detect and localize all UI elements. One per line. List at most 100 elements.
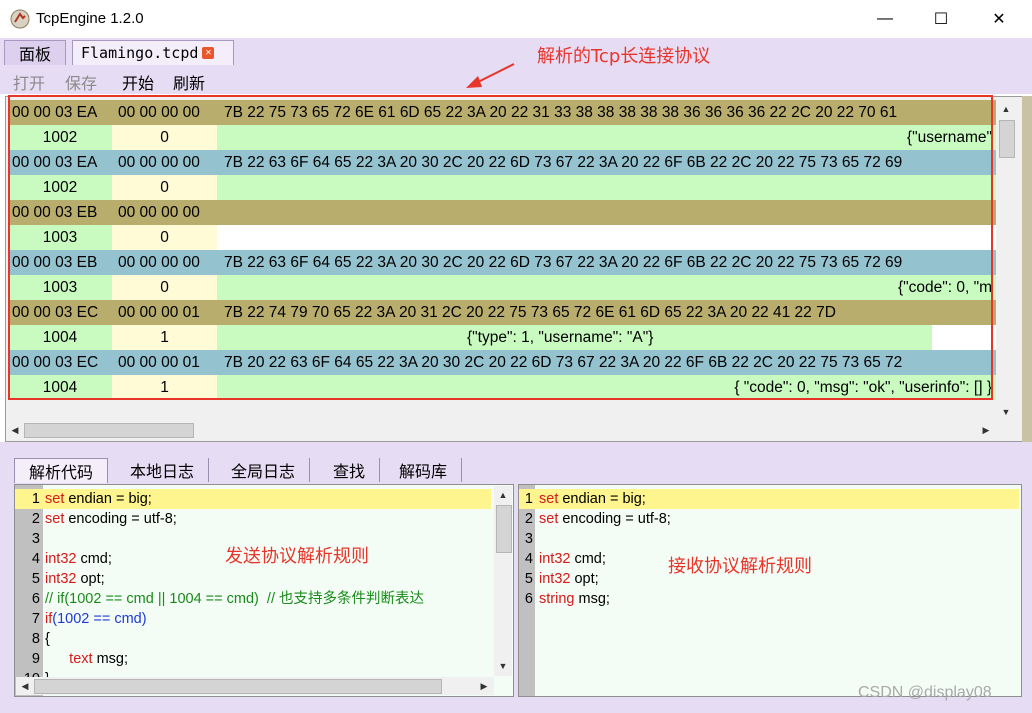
code-line[interactable]: 7 if(1002 == cmd) bbox=[15, 609, 491, 629]
scroll-up-icon[interactable]: ▲ bbox=[495, 487, 511, 503]
grid-vertical-thumb[interactable] bbox=[999, 120, 1015, 158]
packet-value-row[interactable]: 1004 1 {"type": 1, "username": "A"} bbox=[8, 325, 996, 350]
cmd-value-cell[interactable]: 1003 bbox=[8, 275, 112, 300]
packet-value-row[interactable]: 1002 0 bbox=[8, 175, 996, 200]
scroll-right-icon[interactable]: ▶ bbox=[978, 422, 994, 438]
tab-panel[interactable]: 面板 bbox=[4, 40, 66, 65]
send-editor-vscrollbar[interactable]: ▲ ▼ bbox=[494, 486, 512, 676]
scroll-down-icon[interactable]: ▼ bbox=[998, 404, 1014, 420]
scroll-down-icon[interactable]: ▼ bbox=[495, 658, 511, 674]
cmd-value-cell[interactable]: 1002 bbox=[8, 125, 112, 150]
line-number: 5 bbox=[524, 571, 533, 587]
cmd-value-cell[interactable]: 1002 bbox=[8, 175, 112, 200]
annotation-send-rules: 发送协议解析规则 bbox=[225, 546, 369, 567]
body-value-cell[interactable]: {"code": 0, "m bbox=[217, 275, 996, 300]
hex-cmd-cell[interactable]: 00 00 03 EA bbox=[8, 100, 112, 125]
code-text: set encoding = utf-8; bbox=[539, 511, 671, 527]
hex-cmd-cell[interactable]: 00 00 03 EC bbox=[8, 300, 112, 325]
send-editor-vthumb[interactable] bbox=[496, 505, 512, 553]
hex-body-cell[interactable]: 7B 22 63 6F 64 65 22 3A 20 30 2C 20 22 6… bbox=[217, 250, 996, 275]
tab-parse-code[interactable]: 解析代码 bbox=[14, 458, 109, 483]
body-value-cell[interactable]: {"type": 1, "username": "A"} bbox=[217, 325, 996, 350]
opt-value-cell[interactable]: 0 bbox=[112, 225, 217, 250]
code-line[interactable]: 1 set endian = big; bbox=[15, 489, 491, 509]
packet-grid[interactable]: 00 00 03 EA 00 00 00 00 7B 22 75 73 65 72 … bbox=[8, 100, 996, 400]
code-line[interactable]: 1 set endian = big; bbox=[519, 489, 1019, 509]
scroll-left-icon[interactable]: ◀ bbox=[7, 422, 23, 438]
packet-value-row[interactable]: 1002 0 {"username" bbox=[8, 125, 996, 150]
hex-cmd-cell[interactable]: 00 00 03 EA bbox=[8, 150, 112, 175]
code-line[interactable]: 9 text msg; bbox=[15, 649, 491, 669]
annotation-protocol: 解析的Tcp长连接协议 bbox=[537, 46, 711, 67]
cmd-value-cell[interactable]: 1003 bbox=[8, 225, 112, 250]
code-line[interactable]: 6 string msg; bbox=[519, 589, 1019, 609]
send-editor-hthumb[interactable] bbox=[34, 679, 442, 694]
code-line[interactable]: 5 int32 opt; bbox=[15, 569, 491, 589]
tab-local-log[interactable]: 本地日志 bbox=[116, 458, 210, 482]
opt-value-cell[interactable]: 0 bbox=[112, 175, 217, 200]
send-rule-editor[interactable]: 1 set endian = big; 2 set encoding = utf-8;… bbox=[14, 484, 514, 697]
refresh-button[interactable]: 刷新 bbox=[173, 70, 205, 94]
code-text: if(1002 == cmd) bbox=[45, 611, 147, 627]
packet-hex-row[interactable]: 00 00 03 EA 00 00 00 00 7B 22 63 6F 64 65 … bbox=[8, 150, 996, 175]
packet-hex-row[interactable]: 00 00 03 EC 00 00 00 01 7B 20 22 63 6F 64 … bbox=[8, 350, 996, 375]
body-value-cell[interactable]: { "code": 0, "msg": "ok", "userinfo": []… bbox=[217, 375, 996, 400]
hex-opt-cell[interactable]: 00 00 00 01 bbox=[112, 350, 217, 375]
opt-value-cell[interactable]: 0 bbox=[112, 275, 217, 300]
code-line[interactable]: 8{ bbox=[15, 629, 491, 649]
hex-opt-cell[interactable]: 00 00 00 00 bbox=[112, 100, 217, 125]
hex-opt-cell[interactable]: 00 00 00 01 bbox=[112, 300, 217, 325]
start-button[interactable]: 开始 bbox=[122, 70, 154, 94]
tab-find[interactable]: 查找 bbox=[319, 458, 381, 482]
hex-body-cell[interactable] bbox=[217, 200, 996, 225]
open-button[interactable]: 打开 bbox=[13, 70, 45, 94]
scroll-left-icon[interactable]: ◀ bbox=[17, 678, 33, 694]
hex-cmd-cell[interactable]: 00 00 03 EB bbox=[8, 250, 112, 275]
hex-body-cell[interactable]: 7B 22 63 6F 64 65 22 3A 20 30 2C 20 22 6… bbox=[217, 150, 996, 175]
save-button[interactable]: 保存 bbox=[65, 70, 97, 94]
body-value-cell[interactable] bbox=[217, 175, 996, 200]
scroll-up-icon[interactable]: ▲ bbox=[998, 101, 1014, 117]
grid-vertical-scrollbar[interactable]: ▲ ▼ bbox=[997, 100, 1015, 424]
tab-global-log[interactable]: 全局日志 bbox=[217, 458, 311, 482]
code-line[interactable]: 2 set encoding = utf-8; bbox=[15, 509, 491, 529]
code-line[interactable]: 2 set encoding = utf-8; bbox=[519, 509, 1019, 529]
grid-horizontal-thumb[interactable] bbox=[24, 423, 194, 438]
packet-hex-row[interactable]: 00 00 03 EC 00 00 00 01 7B 22 74 79 70 65 … bbox=[8, 300, 996, 325]
hex-cmd-cell[interactable]: 00 00 03 EC bbox=[8, 350, 112, 375]
hex-opt-cell[interactable]: 00 00 00 00 bbox=[112, 250, 217, 275]
packet-hex-row[interactable]: 00 00 03 EB 00 00 00 00 bbox=[8, 200, 996, 225]
hex-body-cell[interactable]: 7B 22 74 79 70 65 22 3A 20 31 2C 20 22 7… bbox=[217, 300, 996, 325]
cmd-value-cell[interactable]: 1004 bbox=[8, 325, 112, 350]
send-editor-hscrollbar[interactable]: ◀ ▶ bbox=[16, 677, 494, 695]
opt-value-cell[interactable]: 1 bbox=[112, 375, 217, 400]
code-line[interactable]: 6 // if(1002 == cmd || 1004 == cmd) // 也支… bbox=[15, 589, 491, 609]
scroll-right-icon[interactable]: ▶ bbox=[476, 678, 492, 694]
packet-hex-row[interactable]: 00 00 03 EA 00 00 00 00 7B 22 75 73 65 72 … bbox=[8, 100, 996, 125]
maximize-button[interactable]: ☐ bbox=[918, 0, 964, 38]
close-button[interactable]: ✕ bbox=[976, 0, 1022, 38]
packet-value-row[interactable]: 1003 0 bbox=[8, 225, 996, 250]
hex-cmd-cell[interactable]: 00 00 03 EB bbox=[8, 200, 112, 225]
body-value-cell[interactable]: {"username" bbox=[217, 125, 996, 150]
tab-flamingo-file[interactable]: Flamingo.tcpd ✕ bbox=[72, 40, 234, 65]
hex-body-cell[interactable]: 7B 20 22 63 6F 64 65 22 3A 20 30 2C 20 2… bbox=[217, 350, 996, 375]
packet-value-row[interactable]: 1004 1{ "code": 0, "msg": "ok", "userinfo… bbox=[8, 375, 996, 400]
opt-value-cell[interactable]: 0 bbox=[112, 125, 217, 150]
packet-value-row[interactable]: 1003 0 {"code": 0, "m bbox=[8, 275, 996, 300]
window-edge bbox=[1022, 96, 1032, 442]
tab-decode-lib[interactable]: 解码库 bbox=[385, 458, 463, 482]
hex-opt-cell[interactable]: 00 00 00 00 bbox=[112, 200, 217, 225]
code-line[interactable]: 3 bbox=[519, 529, 1019, 549]
hex-body-cell[interactable]: 7B 22 75 73 65 72 6E 61 6D 65 22 3A 20 2… bbox=[217, 100, 996, 125]
packet-hex-row[interactable]: 00 00 03 EB 00 00 00 00 7B 22 63 6F 64 65 … bbox=[8, 250, 996, 275]
body-value-cell[interactable] bbox=[217, 225, 996, 250]
close-tab-icon[interactable]: ✕ bbox=[202, 47, 215, 59]
opt-value-cell[interactable]: 1 bbox=[112, 325, 217, 350]
cmd-value-cell[interactable]: 1004 bbox=[8, 375, 112, 400]
watermark: CSDN @display08 bbox=[858, 684, 992, 701]
minimize-button[interactable]: — bbox=[862, 0, 908, 38]
recv-rule-editor[interactable]: 1 set endian = big; 2 set encoding = utf-8;… bbox=[518, 484, 1022, 697]
hex-opt-cell[interactable]: 00 00 00 00 bbox=[112, 150, 217, 175]
grid-horizontal-scrollbar[interactable]: ◀ ▶ bbox=[6, 421, 997, 439]
